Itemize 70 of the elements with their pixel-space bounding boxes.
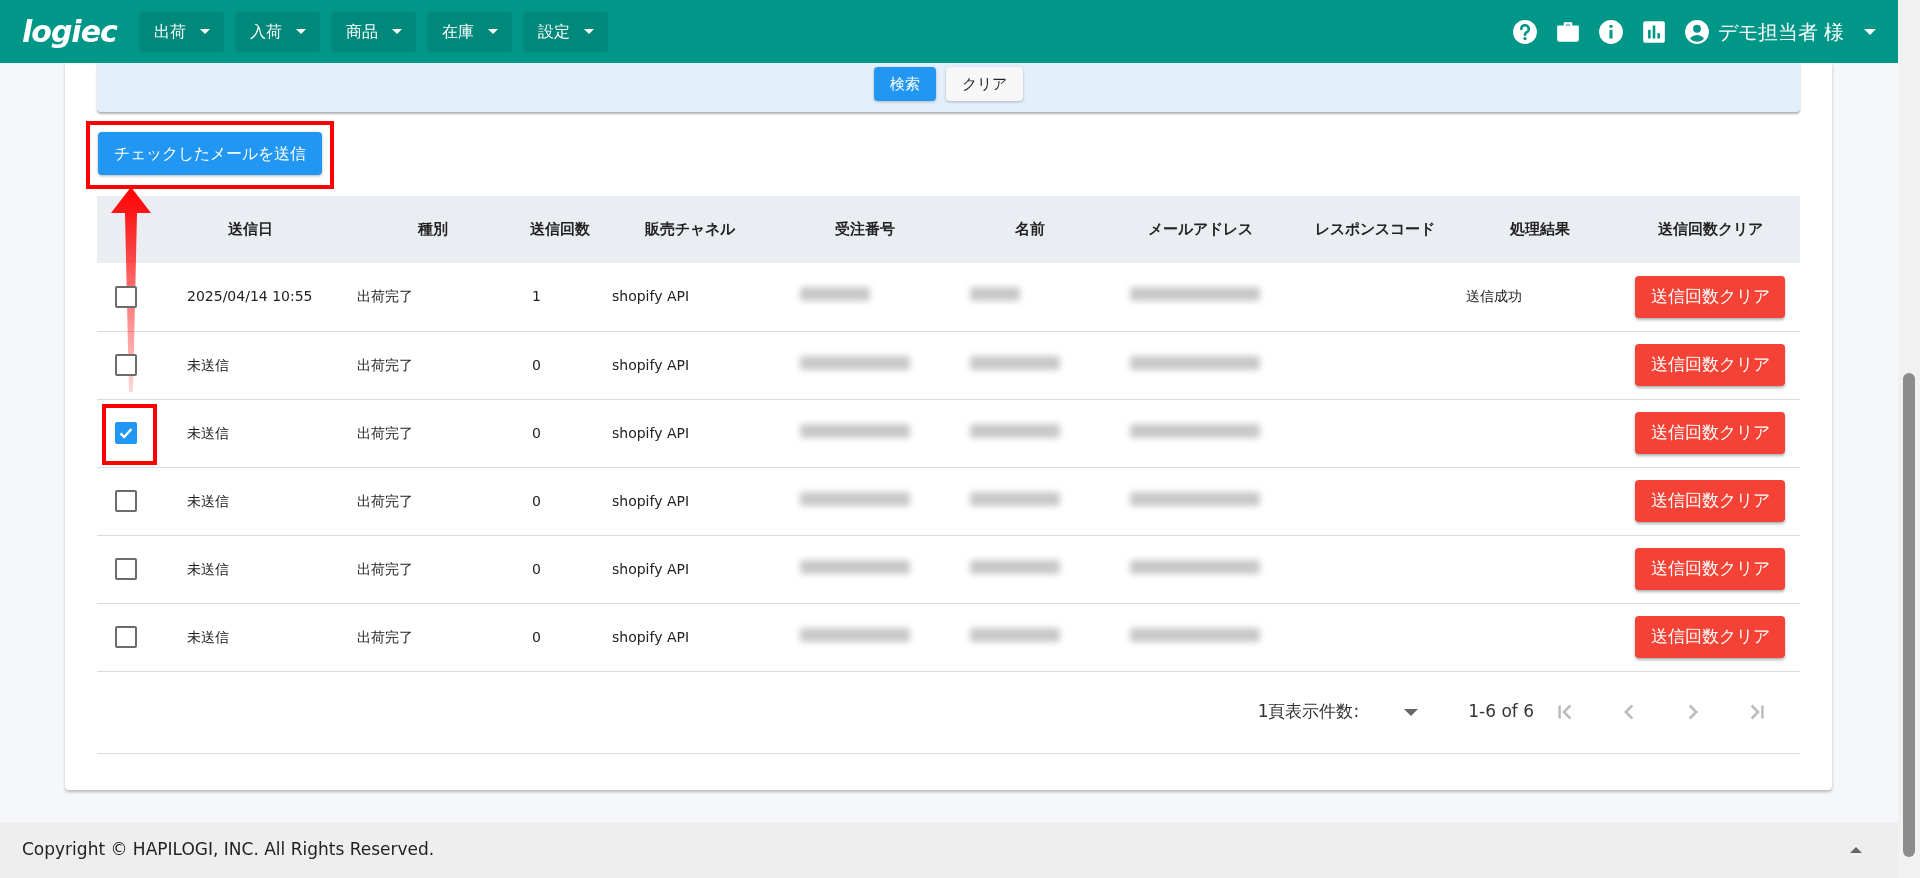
nav-menu-button[interactable]: 商品 [330, 11, 416, 52]
nav-menu-button[interactable]: 入荷 [234, 11, 320, 52]
clear-count-button[interactable]: 送信回数クリア [1635, 275, 1785, 318]
redacted-text [800, 287, 870, 302]
type-text: 出荷完了 [357, 560, 413, 577]
page-range-text: 1-6 of 6 [1468, 700, 1534, 724]
column-header: 送信日 [155, 196, 345, 263]
scroll-top-icon[interactable] [1850, 847, 1862, 853]
row-checkbox[interactable] [115, 422, 137, 444]
send-count-text: 0 [532, 560, 541, 577]
nav-menu-button[interactable]: 設定 [522, 11, 608, 52]
type-text: 出荷完了 [357, 288, 413, 305]
channel-text: shopify API [612, 492, 690, 509]
nav-menu-button[interactable]: 在庫 [426, 11, 512, 52]
row-checkbox[interactable] [115, 490, 137, 512]
clear-count-button[interactable]: 送信回数クリア [1635, 616, 1785, 658]
user-name[interactable]: デモ担当者 様 [1717, 16, 1844, 47]
send-count-text: 0 [532, 492, 541, 509]
type-text: 出荷完了 [357, 356, 413, 373]
send-checked-mail-button[interactable]: チェックしたメールを送信 [98, 132, 322, 175]
column-header: 販売チャネル [600, 196, 780, 263]
info-icon[interactable] [1597, 18, 1624, 45]
clear-count-button[interactable]: 送信回数クリア [1635, 412, 1785, 454]
redacted-text [970, 287, 1020, 302]
sent-date-text: 2025/04/14 10:55 [187, 288, 313, 305]
column-header: 種別 [345, 196, 520, 263]
column-header: 処理結果 [1460, 196, 1620, 263]
row-checkbox[interactable] [115, 354, 137, 376]
help-icon[interactable] [1511, 18, 1538, 45]
clear-button[interactable]: クリア [946, 67, 1023, 101]
send-count-text: 0 [532, 628, 541, 645]
dropdown-caret-icon[interactable] [1404, 708, 1419, 716]
clear-count-button[interactable]: 送信回数クリア [1635, 480, 1785, 522]
column-header: 受注番号 [780, 196, 950, 263]
nav-menu-button[interactable]: 出荷 [138, 11, 224, 52]
send-count-text: 1 [532, 288, 541, 305]
account-icon[interactable] [1683, 18, 1710, 45]
row-checkbox[interactable] [115, 558, 137, 580]
column-header: 名前 [950, 196, 1110, 263]
type-text: 出荷完了 [357, 492, 413, 509]
send-count-text: 0 [532, 424, 541, 441]
logo[interactable]: logiec [22, 16, 117, 47]
clear-count-button[interactable]: 送信回数クリア [1635, 548, 1785, 590]
send-count-text: 0 [532, 356, 541, 373]
channel-text: shopify API [612, 288, 690, 305]
clear-count-button[interactable]: 送信回数クリア [1635, 344, 1785, 386]
row-checkbox[interactable] [115, 285, 137, 308]
bar-chart-icon[interactable] [1640, 18, 1667, 45]
rows-per-page-label: 1頁表示件数: [1257, 700, 1360, 724]
result-text: 送信成功 [1466, 288, 1522, 305]
sent-date-text: 未送信 [187, 424, 229, 441]
column-header: 送信回数 [520, 196, 600, 263]
scrollbar[interactable] [1898, 0, 1920, 878]
sent-date-text: 未送信 [187, 628, 229, 645]
channel-text: shopify API [612, 356, 690, 373]
caret-icon[interactable] [1864, 28, 1876, 35]
row-checkbox[interactable] [115, 626, 137, 648]
channel-text: shopify API [612, 560, 690, 577]
column-header: 送信回数クリア [1620, 196, 1800, 263]
sent-date-text: 未送信 [187, 492, 229, 509]
sent-date-text: 未送信 [187, 560, 229, 577]
type-text: 出荷完了 [357, 424, 413, 441]
search-button[interactable]: 検索 [874, 67, 936, 101]
sent-date-text: 未送信 [187, 356, 229, 373]
column-header: メールアドレス [1110, 196, 1290, 263]
type-text: 出荷完了 [357, 628, 413, 645]
copyright-text: Copyright © HAPILOGI, INC. All Rights Reserved. [22, 838, 435, 862]
channel-text: shopify API [612, 628, 690, 645]
channel-text: shopify API [612, 424, 690, 441]
column-header: レスポンスコード [1290, 196, 1460, 263]
